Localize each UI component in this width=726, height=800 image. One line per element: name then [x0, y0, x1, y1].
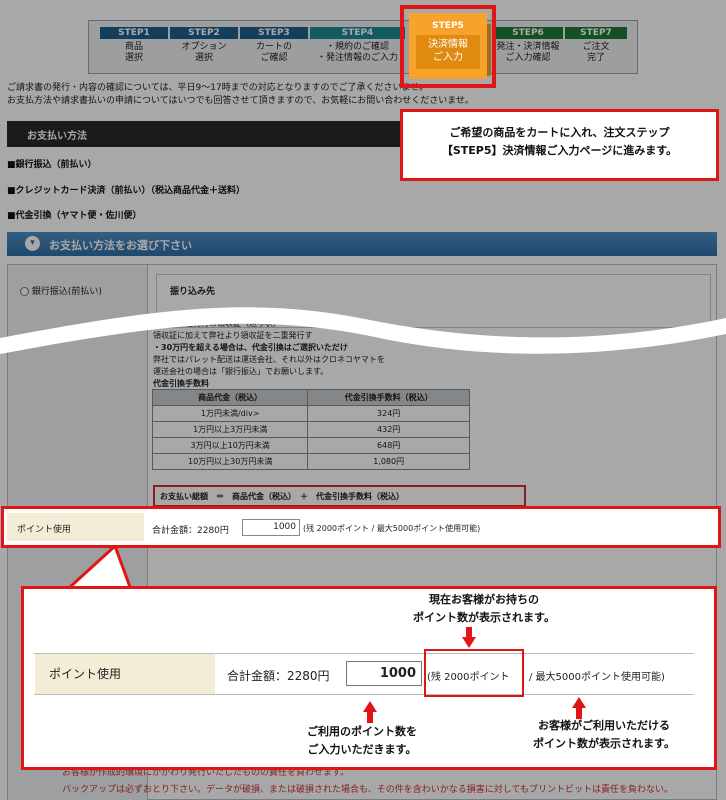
tip-max-line-1: お客様がご利用いただける	[538, 719, 670, 732]
zoom-points-total: 合計金額：2280円	[227, 669, 330, 683]
points-input-hl[interactable]: 1000	[242, 519, 300, 536]
tip-remaining-line-2: ポイント数が表示されます。	[413, 611, 555, 624]
screenshot-stage: STEP1 商品 選択 STEP2 オプション 選択 STEP3 カートの ご確…	[0, 0, 726, 800]
points-label-cell-hl: ポイント使用	[7, 513, 144, 541]
zoom-remaining: (残 2000ポイント	[427, 672, 510, 683]
zoom-max: / 最大5000ポイント使用可能)	[529, 672, 665, 683]
tip-remaining: 現在お客様がお持ちの ポイント数が表示されます。	[384, 591, 584, 627]
arrow-up-icon	[572, 697, 586, 719]
tip-input-line-2: ご入力いただきます。	[307, 743, 417, 756]
step-5-zoom: STEP5 決済情報 ご入力	[409, 13, 487, 79]
step-callout-line-1: ご希望の商品をカートに入れ、注文ステップ	[449, 126, 670, 139]
points-total-hl: 合計金額：2280円	[152, 526, 229, 536]
points-max-hl: / 最大5000ポイント使用可能)	[369, 524, 481, 533]
zoom-pointer	[68, 546, 132, 588]
tip-max-line-2: ポイント数が表示されます。	[533, 737, 675, 750]
tip-input: ご利用のポイント数を ご入力いただきます。	[272, 723, 452, 759]
zoom-points-label: ポイント使用	[49, 667, 122, 681]
step-5-zoom-label: 決済情報 ご入力	[416, 35, 480, 69]
zoom-points-input[interactable]: 1000	[346, 661, 422, 686]
step-5-zoom-head: STEP5	[432, 21, 464, 31]
zoom-callout: ポイント使用 合計金額：2280円 1000 (残 2000ポイント / 最大5…	[21, 586, 717, 770]
arrow-down-icon	[462, 627, 476, 648]
tip-input-line-1: ご利用のポイント数を	[307, 725, 417, 738]
points-availability-hl: (残 2000ポイント / 最大5000ポイント使用可能)	[303, 523, 480, 534]
wave-break	[0, 307, 726, 354]
arrow-up-icon	[363, 701, 377, 723]
points-remaining-hl: (残 2000ポイント	[303, 524, 370, 533]
tip-max: お客様がご利用いただける ポイント数が表示されます。	[504, 717, 704, 753]
points-row-highlight: ポイント使用 合計金額：2280円 1000 (残 2000ポイント / 最大5…	[1, 506, 721, 548]
tip-remaining-line-1: 現在お客様がお持ちの	[429, 593, 539, 606]
step-callout: ご希望の商品をカートに入れ、注文ステップ 【STEP5】決済情報ご入力ページに進…	[400, 109, 719, 181]
step-callout-line-2: 【STEP5】決済情報ご入力ページに進みます。	[441, 144, 678, 157]
points-label-hl: ポイント使用	[17, 525, 72, 535]
zoom-points-label-cell: ポイント使用	[35, 654, 215, 694]
